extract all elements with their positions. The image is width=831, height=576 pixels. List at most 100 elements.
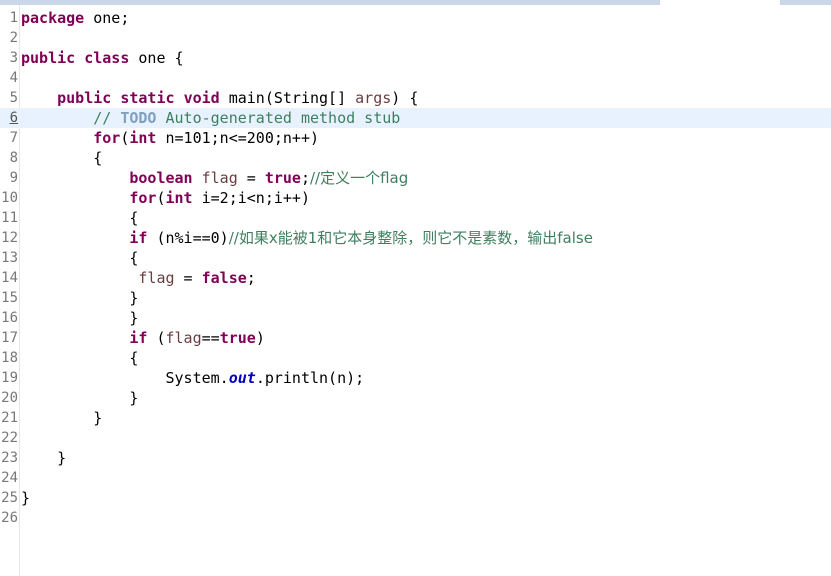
code-token: (n%i==0) xyxy=(147,229,229,247)
code-token: == xyxy=(201,329,220,347)
line-number: 26 xyxy=(1,510,18,526)
code-line[interactable]: 12 if (n%i==0)//如果x能被1和它本身整除，则它不是素数，输出fa… xyxy=(0,228,831,248)
editor-tab-overflow[interactable] xyxy=(780,0,831,5)
code-line[interactable]: 19 System.out.println(n); xyxy=(0,368,831,388)
code-line[interactable]: 6 // TODO Auto-generated method stub xyxy=(0,108,831,128)
code-token: for xyxy=(129,189,157,207)
code-text[interactable]: boolean flag = true;//定义一个flag xyxy=(21,168,408,188)
code-text[interactable]: public static void main(String[] args) { xyxy=(21,88,418,108)
code-token: int xyxy=(129,129,157,147)
code-line[interactable]: 23 } xyxy=(0,448,831,468)
code-token: ; xyxy=(300,169,310,187)
code-token: ) { xyxy=(391,89,419,107)
code-token: package xyxy=(21,9,85,27)
code-text[interactable]: public class one { xyxy=(21,48,184,68)
line-number: 23 xyxy=(1,450,18,466)
code-text[interactable]: { xyxy=(21,248,138,268)
code-line[interactable]: 22 xyxy=(0,428,831,448)
code-line[interactable]: 11 { xyxy=(0,208,831,228)
code-token: public xyxy=(21,49,76,67)
editor-tab-strip xyxy=(0,0,831,5)
code-line[interactable]: 18 { xyxy=(0,348,831,368)
line-number: 19 xyxy=(1,370,18,386)
code-line[interactable]: 16 } xyxy=(0,308,831,328)
code-token: true xyxy=(219,329,256,347)
code-text[interactable]: // TODO Auto-generated method stub xyxy=(21,108,400,128)
code-line[interactable]: 25} xyxy=(0,488,831,508)
code-token: = xyxy=(174,269,202,287)
line-number: 24 xyxy=(1,470,18,486)
code-token: for xyxy=(93,129,121,147)
code-token: //定义一个flag xyxy=(310,169,409,187)
code-text[interactable]: } xyxy=(21,448,66,468)
code-text[interactable]: } xyxy=(21,388,138,408)
code-text[interactable]: flag = false; xyxy=(21,268,256,288)
line-number: 20 xyxy=(1,390,18,406)
code-token: main(String[] xyxy=(219,89,356,107)
line-number: 3 xyxy=(9,50,18,66)
code-text[interactable]: } xyxy=(21,288,138,308)
code-text[interactable]: if (n%i==0)//如果x能被1和它本身整除，则它不是素数，输出false xyxy=(21,228,593,248)
code-line[interactable]: 26 xyxy=(0,508,831,528)
code-text[interactable]: } xyxy=(21,488,30,508)
code-line[interactable]: 21 } xyxy=(0,408,831,428)
code-token: .println(n); xyxy=(255,369,365,387)
code-token: = xyxy=(237,169,265,187)
code-text[interactable]: { xyxy=(21,148,102,168)
code-text[interactable]: for(int i=2;i<n;i++) xyxy=(21,188,310,208)
code-token: System. xyxy=(21,369,229,387)
code-line[interactable]: 9 boolean flag = true;//定义一个flag xyxy=(0,168,831,188)
code-line[interactable]: 1 package one; xyxy=(0,8,831,28)
line-number: 14 xyxy=(1,270,18,286)
line-number: 25 xyxy=(1,490,18,506)
code-text[interactable]: { xyxy=(21,208,138,228)
code-token: ; xyxy=(246,269,256,287)
line-number: 22 xyxy=(1,430,18,446)
code-line[interactable]: 15 } xyxy=(0,288,831,308)
code-line[interactable]: 4 xyxy=(0,68,831,88)
code-line[interactable]: 13 { xyxy=(0,248,831,268)
line-number: 17 xyxy=(1,330,18,346)
code-editor[interactable]: 1 package one; 2 3 public class one {4 5 publ… xyxy=(0,8,831,528)
line-number: 18 xyxy=(1,350,18,366)
line-number: 16 xyxy=(1,310,18,326)
code-line[interactable]: 14 flag = false; xyxy=(0,268,831,288)
code-token: static xyxy=(120,89,175,107)
code-line[interactable]: 7 for(int n=101;n<=200;n++) xyxy=(0,128,831,148)
code-line[interactable]: 10 for(int i=2;i<n;i++) xyxy=(0,188,831,208)
code-line[interactable]: 8 { xyxy=(0,148,831,168)
code-token: //如果x能被1和它本身整除，则它不是素数，输出false xyxy=(228,229,593,247)
code-token: ) xyxy=(255,329,265,347)
code-text[interactable]: { xyxy=(21,348,138,368)
code-text[interactable]: } xyxy=(21,308,138,328)
code-text[interactable]: System.out.println(n); xyxy=(21,368,364,388)
code-text[interactable]: if (flag==true) xyxy=(21,328,265,348)
code-text[interactable]: package one; xyxy=(21,8,129,28)
line-number: 2 xyxy=(9,30,18,46)
code-line[interactable]: 2 xyxy=(0,28,831,48)
code-token: flag xyxy=(138,269,175,287)
code-text[interactable]: } xyxy=(21,408,102,428)
code-line[interactable]: 17 if (flag==true) xyxy=(0,328,831,348)
code-line[interactable]: 20 } xyxy=(0,388,831,408)
code-token: one { xyxy=(129,49,184,67)
line-number: 4 xyxy=(9,70,18,86)
code-token: if xyxy=(129,229,148,247)
code-token: boolean xyxy=(129,169,193,187)
editor-tab-row[interactable] xyxy=(0,0,660,5)
code-line[interactable]: 24 xyxy=(0,468,831,488)
code-line[interactable]: 5 public static void main(String[] args)… xyxy=(0,88,831,108)
line-number: 8 xyxy=(9,150,18,166)
code-line[interactable]: 3 public class one { xyxy=(0,48,831,68)
code-token: TODO xyxy=(120,109,157,127)
code-token: { xyxy=(21,349,139,367)
code-text[interactable]: for(int n=101;n<=200;n++) xyxy=(21,128,319,148)
